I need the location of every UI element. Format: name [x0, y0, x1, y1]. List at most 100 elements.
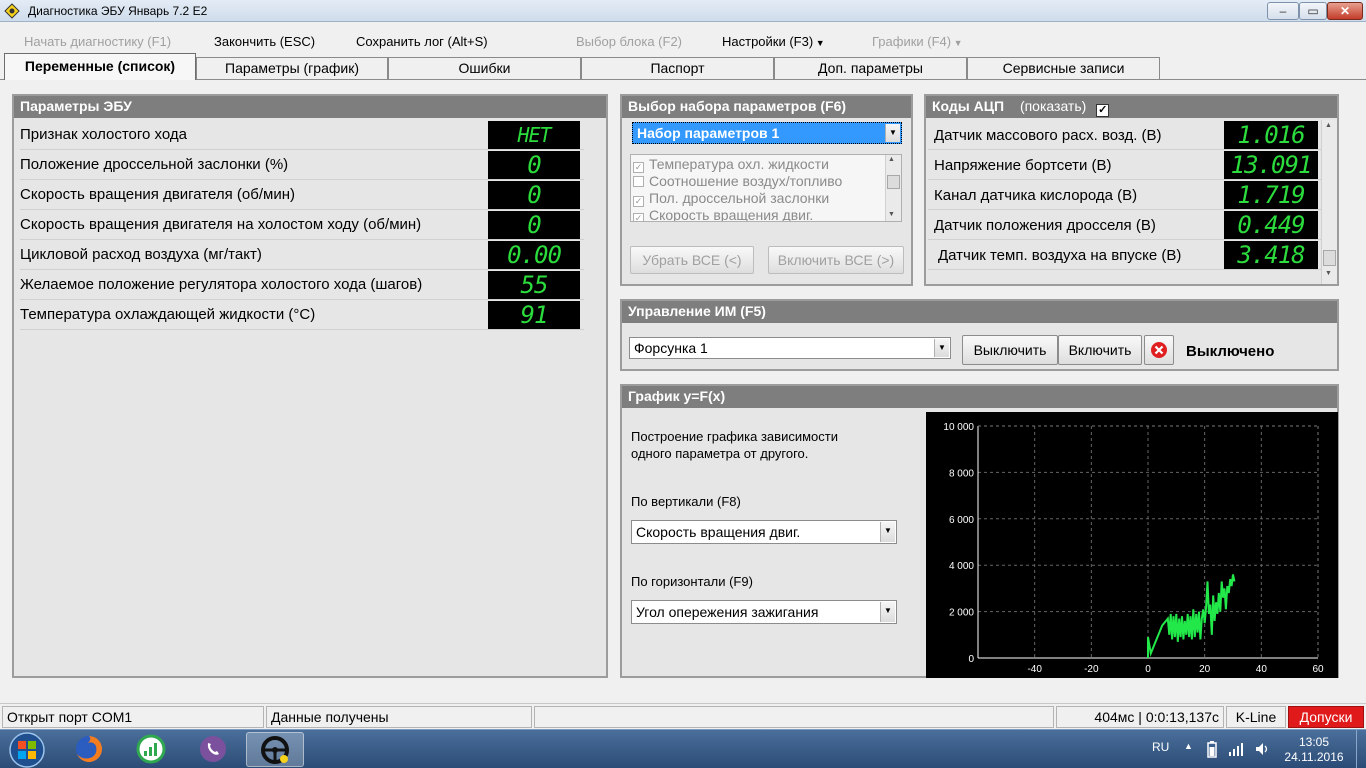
- scroll-down-icon[interactable]: ▼: [1325, 270, 1332, 277]
- adc-show-label: (показать): [1019, 98, 1087, 114]
- x-tick-label: -40: [1027, 664, 1042, 675]
- checklist-item[interactable]: ✓ Температура охл. жидкости: [633, 156, 829, 173]
- graph-panel: График y=F(x) Построение графика зависим…: [620, 384, 1339, 678]
- select-block-button[interactable]: Выбор блока (F2): [576, 34, 682, 49]
- show-desktop-button[interactable]: [1356, 730, 1366, 768]
- ecu-row: Скорость вращения двигателя на холостом …: [20, 210, 584, 240]
- scrollbar-thumb[interactable]: [887, 175, 900, 189]
- horizontal-axis-select-value: Угол опережения зажигания: [636, 604, 819, 620]
- clock[interactable]: 13:05 24.11.2016: [1282, 735, 1346, 765]
- windows-start-icon: [9, 732, 45, 768]
- tab-errors[interactable]: Ошибки: [388, 57, 581, 79]
- parameter-checklist: ✓ Температура охл. жидкости Соотношение в…: [630, 154, 902, 222]
- status-tolerances[interactable]: Допуски: [1288, 706, 1364, 728]
- taskbar: RU ▲ 13:05 24.11.2016: [0, 729, 1366, 768]
- x-tick-label: -20: [1084, 664, 1099, 675]
- viber-icon: [200, 736, 226, 762]
- tab-service-records[interactable]: Сервисные записи: [967, 57, 1160, 79]
- chevron-down-icon: ▼: [880, 602, 895, 622]
- chart-background: [926, 412, 1338, 678]
- ecu-row-value: 0: [488, 151, 580, 179]
- dropdown-arrow-icon: ▼: [813, 38, 825, 48]
- include-all-button[interactable]: Включить ВСЕ (>): [768, 246, 904, 274]
- adc-row-label: Датчик массового расх. возд. (В): [934, 127, 1162, 144]
- start-button[interactable]: [2, 731, 52, 768]
- ecu-row: Цикловой расход воздуха (мг/такт) 0.00: [20, 240, 584, 270]
- adc-row: Датчик положения дросселя (В) 0.449: [928, 210, 1322, 240]
- ecu-row-label: Скорость вращения двигателя на холостом …: [20, 216, 422, 233]
- volume-icon[interactable]: [1254, 741, 1270, 757]
- taskbar-firefox[interactable]: [60, 732, 118, 767]
- panel-header: Коды АЦП (показать) ✓: [926, 96, 1337, 118]
- error-icon: [1151, 342, 1167, 358]
- taskbar-diagnostics-app[interactable]: [246, 732, 304, 767]
- tab-strip-line: [0, 79, 1366, 80]
- checklist-item[interactable]: ✓ Пол. дроссельной заслонки: [633, 190, 829, 207]
- taskbar-viber[interactable]: [184, 732, 242, 767]
- tab-parameters-graph[interactable]: Параметры (график): [196, 57, 388, 79]
- ecu-row: Скорость вращения двигателя (об/мин) 0: [20, 180, 584, 210]
- graphs-menu[interactable]: Графики (F4) ▼: [872, 34, 963, 49]
- parameter-set-select[interactable]: Набор параметров 1 ▼: [632, 122, 902, 144]
- window-title: Диагностика ЭБУ Январь 7.2 E2: [28, 4, 208, 18]
- scroll-up-icon[interactable]: ▲: [888, 156, 895, 163]
- graph-description: Построение графика зависимости одного па…: [631, 428, 838, 462]
- minimize-button[interactable]: ‒: [1267, 2, 1299, 20]
- checklist-scrollbar[interactable]: ▲ ▼: [885, 155, 901, 221]
- remove-all-button[interactable]: Убрать ВСЕ (<): [630, 246, 754, 274]
- panel-title: Выбор набора параметров (F6): [622, 96, 911, 118]
- save-log-button[interactable]: Сохранить лог (Alt+S): [356, 34, 488, 49]
- ecu-parameters-panel: Параметры ЭБУ Признак холостого хода НЕТ…: [12, 94, 608, 678]
- turn-off-button[interactable]: Выключить: [962, 335, 1058, 365]
- tab-variables-list[interactable]: Переменные (список): [4, 53, 196, 80]
- adc-row-label: Напряжение бортсети (В): [934, 157, 1112, 174]
- network-signal-icon[interactable]: [1228, 741, 1244, 757]
- horizontal-axis-select[interactable]: Угол опережения зажигания ▼: [631, 600, 897, 624]
- checklist-item-label: Температура охл. жидкости: [649, 156, 829, 172]
- tab-passport[interactable]: Паспорт: [581, 57, 774, 79]
- status-protocol: K-Line: [1226, 706, 1286, 728]
- scroll-down-icon[interactable]: ▼: [888, 211, 895, 218]
- turn-on-button[interactable]: Включить: [1058, 335, 1142, 365]
- adc-scrollbar[interactable]: ▲ ▼: [1321, 120, 1337, 284]
- stop-button[interactable]: [1144, 335, 1174, 365]
- ecu-row-label: Скорость вращения двигателя (об/мин): [20, 186, 295, 203]
- checkbox-checked-icon[interactable]: ✓: [633, 196, 644, 207]
- maximize-button[interactable]: ▭: [1299, 2, 1327, 20]
- checkbox-checked-icon[interactable]: ✓: [633, 213, 644, 221]
- show-hidden-icons-icon[interactable]: ▲: [1184, 741, 1193, 751]
- x-tick-label: 0: [1145, 664, 1151, 675]
- checkbox-checked-icon[interactable]: ✓: [633, 162, 644, 173]
- title-bar: Диагностика ЭБУ Январь 7.2 E2 ‒ ▭ ✕: [0, 0, 1366, 22]
- adc-row-value: 3.418: [1224, 241, 1318, 269]
- language-indicator[interactable]: RU: [1152, 740, 1169, 754]
- tab-extra-parameters[interactable]: Доп. параметры: [774, 57, 967, 79]
- close-button[interactable]: ✕: [1327, 2, 1363, 20]
- graph-description-line: Построение графика зависимости: [631, 429, 838, 444]
- adc-row: Датчик темп. воздуха на впуске (В) 3.418: [928, 240, 1322, 270]
- vertical-axis-select[interactable]: Скорость вращения двиг. ▼: [631, 520, 897, 544]
- checklist-item-label: Соотношение воздух/топливо: [649, 173, 843, 189]
- battery-icon[interactable]: [1206, 741, 1218, 759]
- settings-menu[interactable]: Настройки (F3) ▼: [722, 34, 825, 49]
- checkbox-unchecked-icon[interactable]: [633, 176, 644, 187]
- ecu-row-label: Температура охлаждающей жидкости (°C): [20, 306, 316, 323]
- adc-codes-panel: Коды АЦП (показать) ✓ Датчик массового р…: [924, 94, 1339, 286]
- start-diagnostics-button[interactable]: Начать диагностику (F1): [24, 34, 171, 49]
- clock-time: 13:05: [1298, 735, 1330, 749]
- checklist-item-label: Пол. дроссельной заслонки: [649, 190, 830, 206]
- checklist-item[interactable]: ✓ Скорость вращения двиг.: [633, 207, 813, 221]
- checklist-item[interactable]: Соотношение воздух/топливо: [633, 173, 842, 190]
- steering-wheel-icon: [261, 736, 289, 764]
- finish-button[interactable]: Закончить (ESC): [214, 34, 315, 49]
- actuator-select[interactable]: Форсунка 1 ▼: [629, 337, 951, 359]
- clock-date: 24.11.2016: [1284, 750, 1344, 764]
- adc-show-checkbox[interactable]: ✓: [1096, 104, 1110, 117]
- horizontal-axis-label: По горизонтали (F9): [631, 574, 753, 589]
- actuator-select-value: Форсунка 1: [634, 340, 708, 356]
- adc-row: Напряжение бортсети (В) 13.091: [928, 150, 1322, 180]
- scroll-up-icon[interactable]: ▲: [1325, 122, 1332, 129]
- adc-row-value: 0.449: [1224, 211, 1318, 239]
- taskbar-app-signal[interactable]: [122, 732, 180, 767]
- scrollbar-thumb[interactable]: [1323, 250, 1336, 266]
